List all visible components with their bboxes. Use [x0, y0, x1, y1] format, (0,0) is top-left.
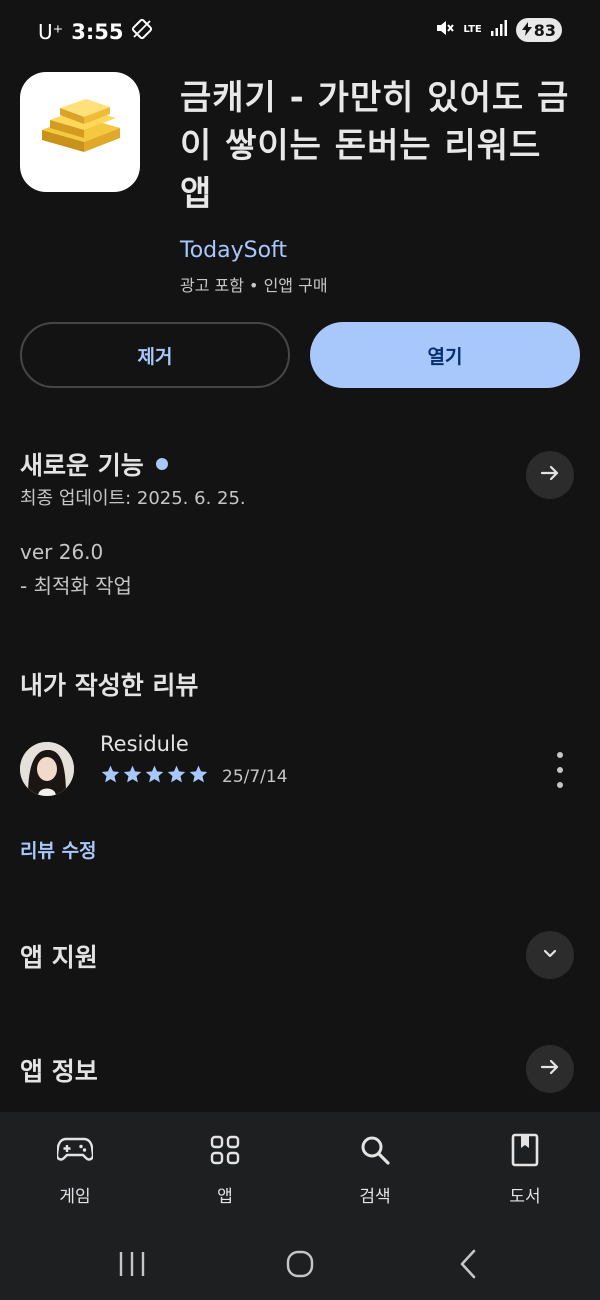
home-icon[interactable]	[278, 1244, 322, 1284]
mute-icon	[435, 18, 455, 42]
star-icon	[145, 765, 164, 783]
chevron-down-icon	[540, 943, 560, 967]
back-icon[interactable]	[446, 1244, 490, 1284]
nav-search-label: 검색	[359, 1187, 391, 1207]
nav-games-label: 게임	[59, 1187, 91, 1207]
avatar	[20, 742, 74, 796]
app-icon	[20, 72, 140, 192]
open-button[interactable]: 열기	[310, 322, 580, 388]
carrier-label: U⁺	[38, 19, 64, 44]
battery-level: 83	[533, 20, 556, 40]
star-rating	[100, 764, 209, 784]
arrow-right-icon	[538, 1055, 562, 1083]
nav-search[interactable]: 검색	[300, 1112, 450, 1230]
apps-grid-icon	[210, 1132, 240, 1168]
star-icon	[167, 765, 186, 783]
nav-books[interactable]: 도서	[450, 1112, 600, 1230]
battery-indicator: 83	[515, 18, 562, 42]
last-updated: 최종 업데이트: 2025. 6. 25.	[20, 488, 246, 509]
app-info-arrow-button[interactable]	[526, 1045, 574, 1093]
whats-new-title: 새로운 기능	[20, 451, 144, 480]
bolt-icon	[521, 21, 532, 40]
my-review-title: 내가 작성한 리뷰	[20, 671, 199, 700]
more-options-icon[interactable]	[548, 752, 572, 788]
review-date: 25/7/14	[222, 767, 288, 787]
search-icon	[359, 1132, 391, 1168]
recent-apps-icon[interactable]	[110, 1244, 154, 1284]
nav-games[interactable]: 게임	[0, 1112, 150, 1230]
signal-icon	[490, 19, 508, 41]
nav-apps-label: 앱	[217, 1187, 233, 1207]
edit-review-link[interactable]: 리뷰 수정	[20, 836, 97, 863]
status-bar: U⁺ 3:55 LTE 83	[0, 0, 600, 62]
developer-link[interactable]: TodaySoft	[180, 238, 287, 263]
lte-label: LTE	[463, 24, 482, 35]
app-support-expand-button[interactable]	[526, 931, 574, 979]
remove-button[interactable]: 제거	[20, 322, 290, 388]
whats-new-section[interactable]: 새로운 기능	[20, 446, 168, 482]
nav-books-label: 도서	[509, 1187, 541, 1207]
app-support-title[interactable]: 앱 지원	[20, 938, 98, 974]
release-notes: - 최적화 작업	[20, 574, 132, 598]
bottom-navigation: 게임 앱 검색 도서	[0, 1112, 600, 1230]
book-icon	[511, 1132, 539, 1168]
gamepad-icon	[57, 1132, 93, 1168]
nav-apps[interactable]: 앱	[150, 1112, 300, 1230]
star-icon	[189, 765, 208, 783]
rotate-icon	[131, 18, 153, 45]
whats-new-arrow-button[interactable]	[526, 451, 574, 499]
app-title: 금캐기 - 가만히 있어도 금이 쌓이는 돈버는 리워드 앱	[180, 78, 570, 214]
arrow-right-icon	[538, 461, 562, 489]
version-text: ver 26.0	[20, 540, 104, 564]
new-indicator-dot	[155, 458, 168, 470]
star-icon	[101, 765, 120, 783]
app-info-title[interactable]: 앱 정보	[20, 1052, 98, 1088]
app-meta: 광고 포함 • 인앱 구매	[180, 276, 328, 295]
star-icon	[123, 765, 142, 783]
status-time: 3:55	[71, 19, 124, 44]
system-navigation-bar	[0, 1230, 600, 1300]
reviewer-name: Residule	[100, 732, 189, 756]
